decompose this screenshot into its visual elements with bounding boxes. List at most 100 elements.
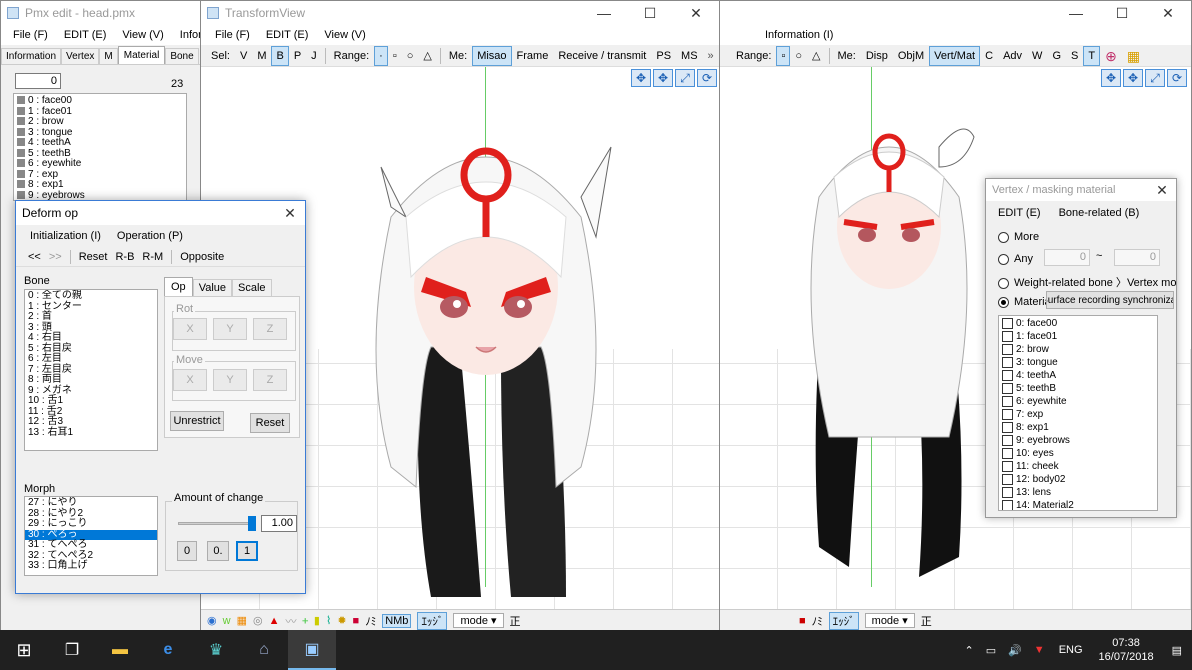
range-point-button[interactable]: · [374, 45, 388, 66]
close-button[interactable]: ✕ [1145, 1, 1191, 25]
any-from-input[interactable]: 0 [1044, 249, 1090, 266]
wave-icon[interactable]: 〰 [285, 613, 296, 629]
material-checkbox[interactable] [1002, 317, 1013, 329]
volume-icon[interactable]: 🔊 [1002, 644, 1028, 657]
prev-button[interactable]: << [28, 251, 41, 263]
list-item[interactable]: 13 : 右耳1 [25, 427, 157, 439]
mode-dropdown[interactable]: mode ▾ [864, 613, 915, 628]
ms-button[interactable]: MS [676, 47, 703, 65]
list-item[interactable]: 2: brow [999, 343, 1157, 356]
opposite-button[interactable]: Opposite [180, 251, 224, 263]
tab-vertex[interactable]: Vertex [61, 48, 100, 64]
menu-view[interactable]: View (V) [316, 29, 373, 41]
rb-button[interactable]: R-B [115, 251, 134, 263]
windows-start-icon[interactable]: ⊞ [0, 630, 48, 670]
menu-file[interactable]: File (F) [207, 29, 258, 41]
move-z-button[interactable]: Z [253, 369, 287, 391]
rot-x-button[interactable]: X [173, 318, 207, 340]
list-item[interactable]: 4 : 右目 [25, 332, 157, 344]
list-item[interactable]: 29 : にっこり [25, 518, 157, 530]
material-checkbox[interactable] [1002, 499, 1013, 510]
list-item[interactable]: 4: teethA [999, 369, 1157, 382]
circle-icon[interactable]: ◎ [253, 614, 263, 627]
bone-icon[interactable]: ᚐ [302, 614, 307, 627]
opt-more-row[interactable]: More [998, 231, 1039, 243]
material-checkbox[interactable] [1002, 486, 1013, 498]
list-item[interactable]: 33 : 口角上げ [25, 560, 157, 572]
menu-file[interactable]: File (F) [5, 29, 56, 41]
next-button[interactable]: >> [49, 251, 62, 263]
language-indicator[interactable]: ENG [1051, 644, 1091, 656]
edge-browser-icon[interactable]: e [144, 630, 192, 670]
list-item[interactable]: 13: lens [999, 486, 1157, 499]
network-icon[interactable]: ▭ [980, 644, 1002, 657]
rotate-icon[interactable]: ⟳ [1167, 69, 1187, 87]
material-checkbox[interactable] [1002, 343, 1013, 355]
list-item[interactable]: 8 : 両目 [25, 374, 157, 386]
list-item[interactable]: 7: exp [999, 408, 1157, 421]
opt-weight-row[interactable]: Weight-related bone 〉Vertex morph [998, 274, 1176, 290]
masking-edit-menu[interactable]: EDIT (E) [998, 207, 1041, 219]
misao-button[interactable]: Misao [472, 45, 512, 66]
adv-button[interactable]: Adv [998, 47, 1027, 65]
list-item[interactable]: 12: body02 [999, 473, 1157, 486]
pmx-editor-icon[interactable]: ⌂ [240, 630, 288, 670]
material-checkbox[interactable] [1002, 395, 1013, 407]
move-xy-icon[interactable]: ✥ [653, 69, 673, 87]
surface-recording-button[interactable]: Surface recording synchronizat [1046, 291, 1174, 309]
list-item[interactable]: 11: cheek [999, 460, 1157, 473]
color-icon[interactable]: ■ [353, 615, 360, 627]
amount-slider-track[interactable] [178, 522, 256, 525]
active-window-icon[interactable]: ▣ [288, 630, 336, 670]
triangle-icon[interactable]: ▲ [269, 615, 280, 627]
amount-slider-thumb[interactable] [248, 516, 256, 531]
zoom-icon[interactable]: ⤢ [675, 69, 695, 87]
minimize-button[interactable]: — [1053, 1, 1099, 25]
menu-initialization[interactable]: Initialization (I) [30, 230, 101, 242]
list-item[interactable]: 0: face00 [999, 317, 1157, 330]
list-item[interactable]: 6: eyewhite [999, 395, 1157, 408]
material-checkbox[interactable] [1002, 434, 1013, 446]
c-button[interactable]: C [980, 47, 998, 65]
list-item[interactable]: 6 : 左目 [25, 353, 157, 365]
g-button[interactable]: G [1047, 47, 1066, 65]
clock[interactable]: 07:38 16/07/2018 [1091, 636, 1162, 664]
any-to-input[interactable]: 0 [1114, 249, 1160, 266]
masking-bone-menu[interactable]: Bone-related (B) [1059, 207, 1140, 219]
ps-button[interactable]: PS [651, 47, 676, 65]
nomi-toggle[interactable]: ﾉﾐ [812, 613, 823, 629]
nmb-toggle[interactable]: NMb [382, 613, 412, 628]
list-item[interactable]: 31 : てへぺろ [25, 539, 157, 551]
notifications-icon[interactable]: ▤ [1162, 644, 1192, 657]
unrestrict-button[interactable]: Unrestrict [170, 411, 224, 431]
sel-v-button[interactable]: V [235, 47, 252, 65]
w-button[interactable]: W [1027, 47, 1047, 65]
range-triangle-button[interactable]: △ [807, 47, 825, 65]
tab-scale[interactable]: Scale [232, 279, 272, 296]
sei-button[interactable]: 正 [510, 613, 521, 629]
range-square-button[interactable]: ▫ [388, 47, 402, 65]
deform-close-button[interactable]: ✕ [275, 201, 305, 225]
move-icon[interactable]: ✥ [631, 69, 651, 87]
morph-list[interactable]: 27 : にやり 28 : にやり2 29 : にっこり 30 : ぺろっ 31… [24, 496, 158, 576]
close-button[interactable]: ✕ [673, 1, 719, 25]
dot-icon[interactable]: ◉ [207, 614, 217, 627]
overflow-chevron-icon[interactable]: » [703, 47, 719, 65]
rot-z-button[interactable]: Z [253, 318, 287, 340]
masking-close-button[interactable]: ✕ [1148, 179, 1176, 201]
s-button[interactable]: S [1066, 47, 1083, 65]
minimize-button[interactable]: — [581, 1, 627, 25]
tab-bone[interactable]: Bone [165, 48, 199, 64]
tab-op[interactable]: Op [164, 277, 193, 296]
task-view-icon[interactable]: ❐ [48, 630, 96, 670]
vertmat-button[interactable]: Vert/Mat [929, 45, 981, 66]
edge-toggle[interactable]: ｴｯｼﾞ [828, 611, 859, 630]
link-icon[interactable]: ⌇ [326, 614, 331, 627]
list-item[interactable]: 0 : 全ての親 [25, 290, 157, 302]
security-icon[interactable]: ▼ [1028, 644, 1051, 656]
range-triangle-button[interactable]: △ [418, 47, 436, 65]
maximize-button[interactable]: ☐ [1099, 1, 1145, 25]
frame-button[interactable]: Frame [512, 47, 554, 65]
list-item[interactable]: 10 : 舌1 [25, 395, 157, 407]
move-y-button[interactable]: Y [213, 369, 247, 391]
